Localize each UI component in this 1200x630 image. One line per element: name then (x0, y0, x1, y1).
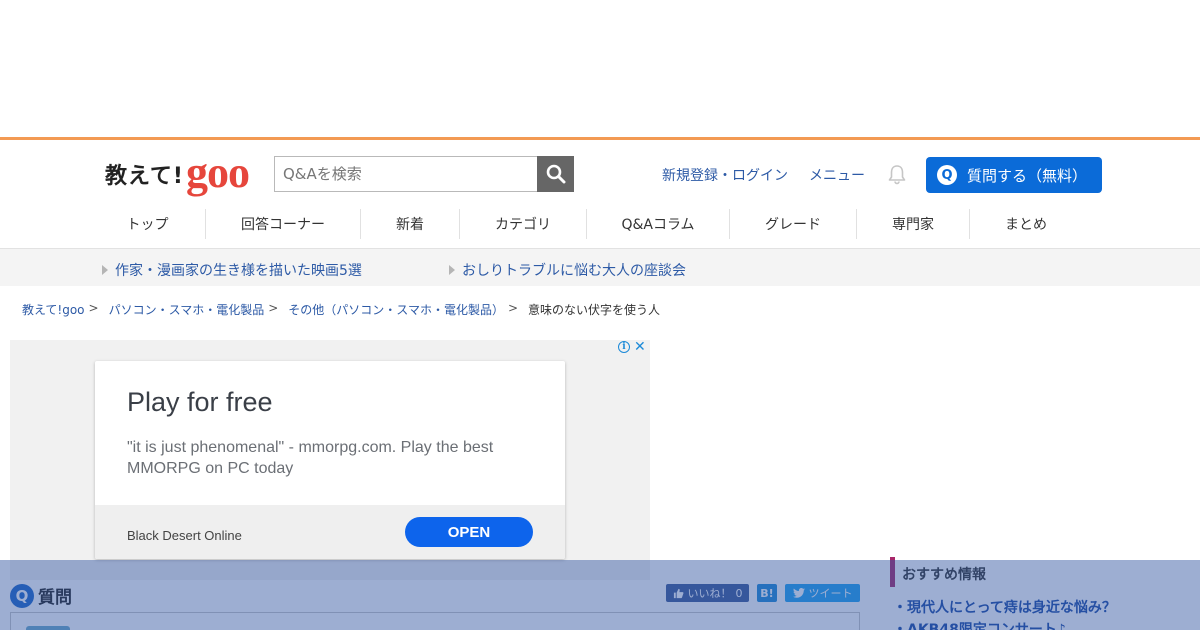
ad-card[interactable]: Play for free "it is just phenomenal" - … (95, 361, 565, 559)
ad-description: "it is just phenomenal" - mmorpg.com. Pl… (127, 439, 494, 477)
ask-question-label: 質問する（無料） (967, 166, 1088, 185)
logo-text: 教えて! (105, 164, 184, 189)
adchoices[interactable]: i ✕ (618, 340, 646, 354)
logo-brand: goo (185, 148, 250, 197)
breadcrumb-separator: > (507, 301, 519, 315)
nav-experts[interactable]: 専門家 (857, 209, 970, 239)
breadcrumb: 教えて!goo > パソコン・スマホ・電化製品 > その他（パソコン・スマホ・電… (22, 301, 660, 318)
register-login-link[interactable]: 新規登録・ログイン (662, 165, 788, 185)
search-input[interactable] (275, 157, 538, 191)
nav-new[interactable]: 新着 (361, 209, 460, 239)
arrow-right-icon (449, 265, 455, 275)
nav-grade[interactable]: グレード (730, 209, 857, 239)
menu-link[interactable]: メニュー (809, 165, 865, 185)
topic-link[interactable]: 作家・漫画家の生き様を描いた映画5選 (102, 260, 362, 280)
topic-label: おしりトラブルに悩む大人の座談会 (462, 263, 686, 279)
breadcrumb-link-home[interactable]: 教えて!goo (22, 301, 85, 318)
topic-link[interactable]: おしりトラブルに悩む大人の座談会 (449, 260, 686, 280)
nav-category[interactable]: カテゴリ (460, 209, 587, 239)
header-accent-line (0, 137, 1200, 140)
breadcrumb-link-category[interactable]: パソコン・スマホ・電化製品 (109, 301, 265, 318)
global-nav: トップ 回答コーナー 新着 カテゴリ Q&Aコラム グレード 専門家 まとめ (90, 209, 1082, 239)
breadcrumb-current: 意味のない伏字を使う人 (528, 303, 661, 317)
arrow-right-icon (102, 265, 108, 275)
notification-button[interactable] (886, 163, 908, 185)
top-ad-space (0, 0, 1200, 137)
ad-advertiser: Black Desert Online (127, 528, 242, 543)
nav-qa-column[interactable]: Q&Aコラム (587, 209, 730, 239)
nav-top[interactable]: トップ (90, 209, 206, 239)
breadcrumb-separator: > (268, 301, 279, 315)
site-logo[interactable]: 教えて! goo (105, 148, 250, 197)
breadcrumb-link-subcategory[interactable]: その他（パソコン・スマホ・電化製品） (288, 301, 504, 318)
ad-open-button[interactable]: OPEN (405, 517, 533, 547)
info-icon[interactable]: i (618, 341, 630, 353)
breadcrumb-separator: > (88, 301, 99, 315)
bottom-overlay (0, 560, 1200, 630)
nav-summary[interactable]: まとめ (970, 209, 1082, 239)
search-box (274, 156, 538, 192)
ask-question-button[interactable]: Q 質問する（無料） (926, 157, 1102, 193)
question-mark-icon: Q (937, 165, 957, 185)
page: 教えて! goo 新規登録・ログイン メニュー Q 質問する（無料） トップ 回… (0, 0, 1200, 630)
search-button[interactable] (537, 156, 574, 192)
search-icon (546, 164, 565, 184)
topic-label: 作家・漫画家の生き様を描いた映画5選 (115, 263, 362, 279)
ad-title: Play for free (127, 387, 273, 417)
nav-answer-corner[interactable]: 回答コーナー (206, 209, 361, 239)
close-icon[interactable]: ✕ (634, 340, 646, 354)
bell-icon (888, 165, 906, 185)
